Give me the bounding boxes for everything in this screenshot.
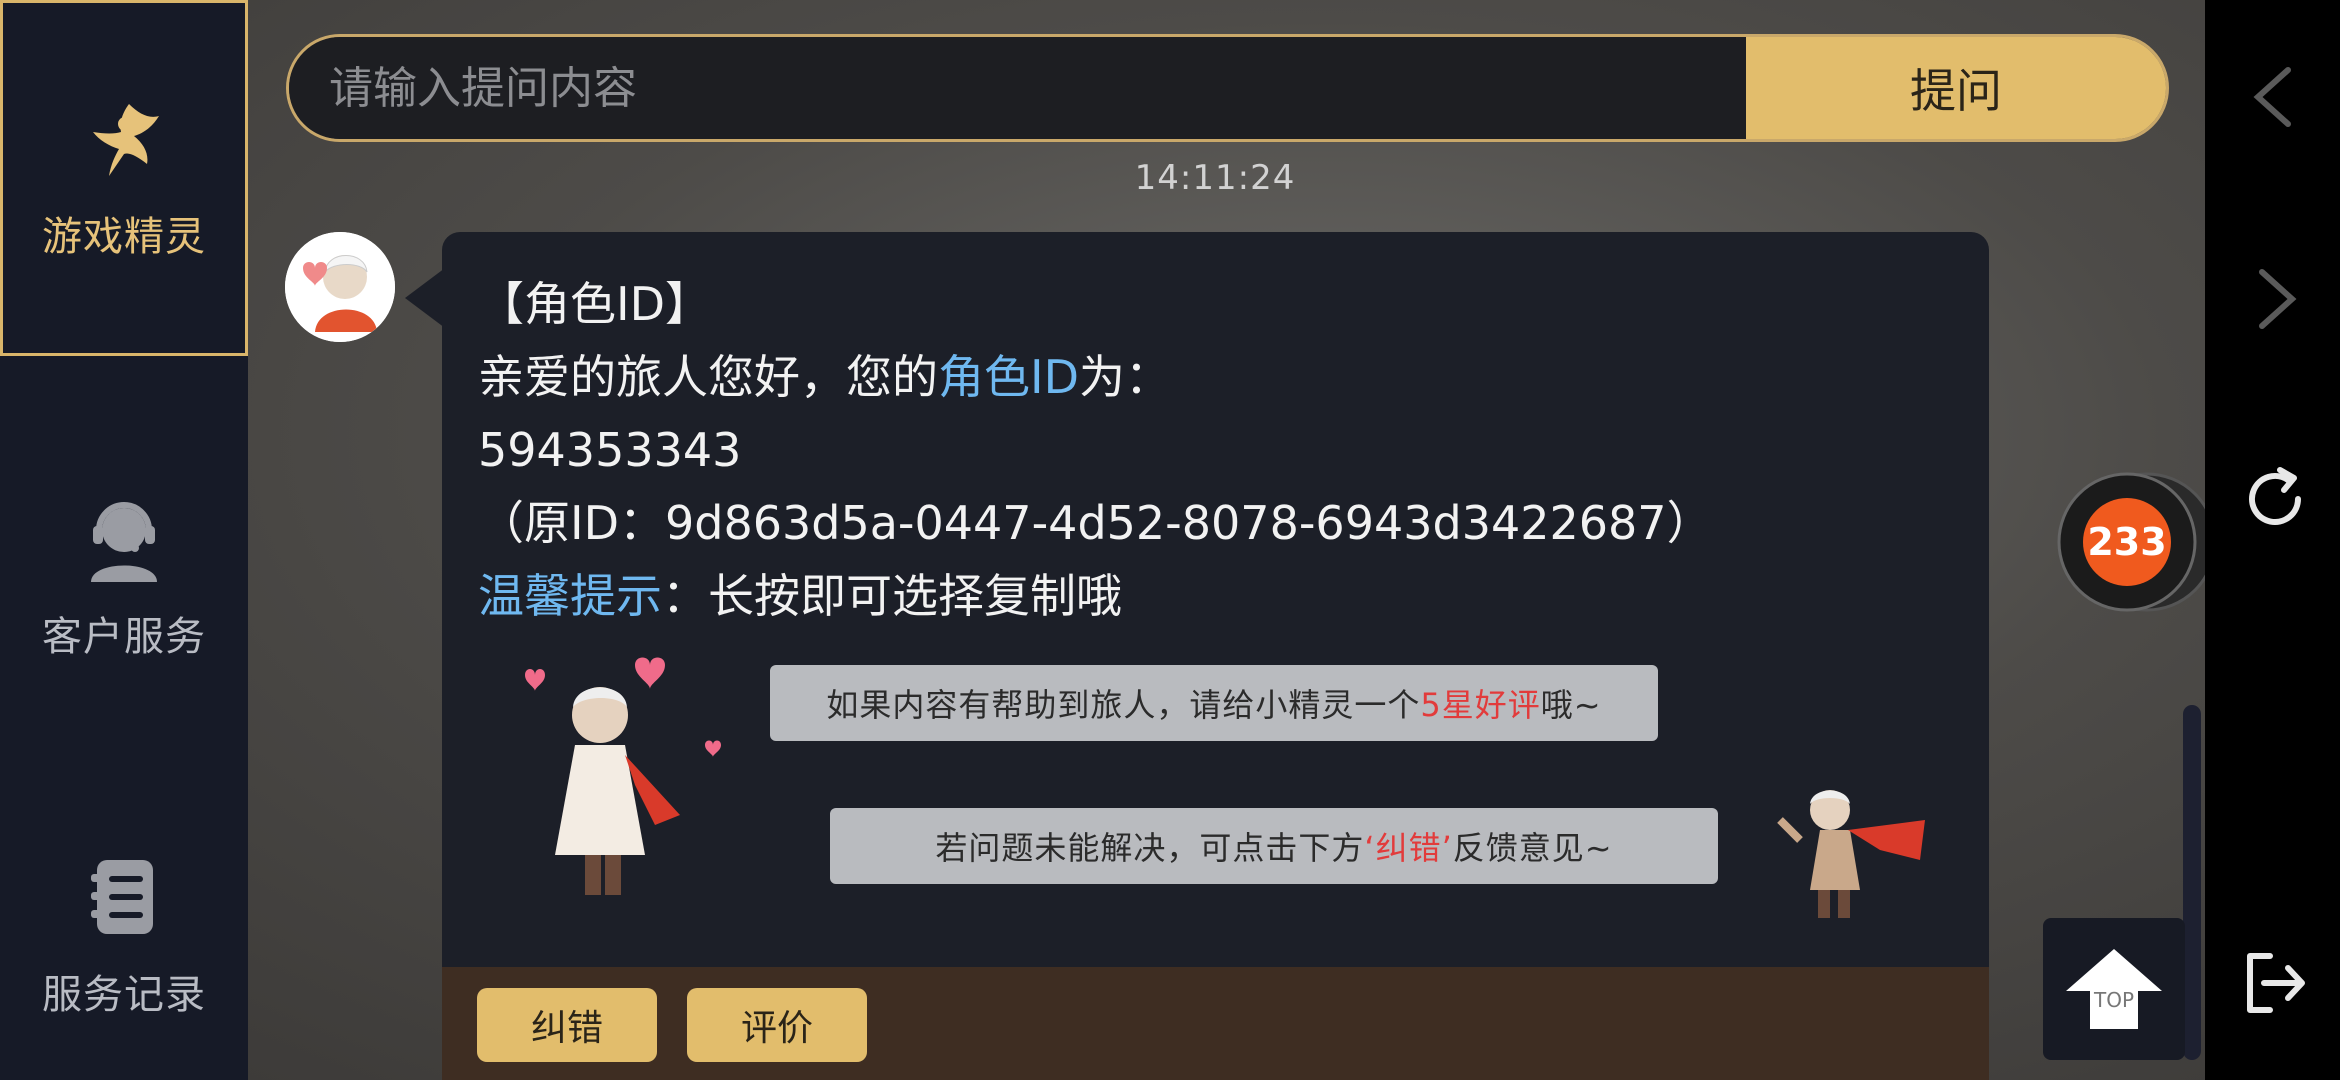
question-bar: 提问 [286, 34, 2169, 142]
unresolved-prefix: 若问题未能解决，可点击下方 [935, 829, 1365, 867]
role-id-value: 594353343 [478, 423, 742, 477]
character-illustration-right [1777, 790, 1925, 918]
forward-icon[interactable] [2240, 264, 2310, 334]
records-list-icon [79, 852, 169, 942]
helpful-highlight: 5星好评 [1420, 686, 1541, 724]
tip-label: 温馨提示 [478, 569, 662, 623]
headset-agent-icon [79, 494, 169, 584]
refresh-icon[interactable] [2240, 464, 2310, 534]
sidebar-item-label: 服务记录 [42, 972, 206, 1018]
exit-icon[interactable] [2240, 948, 2310, 1018]
greeting-prefix: 亲爱的旅人您好，您的 [478, 350, 938, 404]
badge-text: 233 [2087, 520, 2166, 564]
message-title: 【角色ID】 [478, 277, 711, 331]
message-action-bar [442, 967, 1989, 1080]
ask-button[interactable]: 提问 [1746, 37, 2166, 139]
message-content: 【角色ID】 亲爱的旅人您好，您的角色ID为： 594353343 （原ID：9… [478, 268, 1713, 633]
helpful-rating-note: 如果内容有帮助到旅人，请给小精灵一个 5星好评 哦~ [770, 665, 1658, 741]
original-id-line: （原ID：9d863d5a-0447-4d52-8078-6943d342268… [478, 496, 1713, 550]
message-timestamp: 14:11:24 [1134, 158, 1296, 198]
question-input[interactable] [289, 37, 1746, 139]
character-illustration-left [525, 657, 721, 895]
unresolved-suffix: 反馈意见~ [1452, 829, 1613, 867]
bubble-tail [405, 268, 445, 328]
system-nav-strip [2205, 0, 2340, 1080]
scroll-to-top-button[interactable]: TOP [2043, 918, 2185, 1060]
greeting-highlight: 角色ID [938, 350, 1079, 404]
rate-button[interactable]: 评价 [687, 988, 867, 1062]
correct-button[interactable]: 纠错 [477, 988, 657, 1062]
bot-avatar [285, 232, 395, 342]
app-root: 游戏精灵 客户服务 服务记录 请输入提问内容 提问 14:11:24 【角色ID… [0, 0, 2205, 1080]
top-label: TOP [2093, 988, 2134, 1012]
greeting-suffix: 为： [1079, 350, 1171, 404]
unresolved-feedback-note: 若问题未能解决，可点击下方 ‘纠错’ 反馈意见~ [830, 808, 1718, 884]
message-greeting: 亲爱的旅人您好，您的角色ID为： [478, 341, 1713, 414]
helpful-prefix: 如果内容有帮助到旅人，请给小精灵一个 [826, 686, 1421, 724]
floating-233-button[interactable]: 233 [2055, 472, 2205, 612]
scrollbar[interactable] [2183, 705, 2201, 1060]
up-arrow-icon: TOP [2066, 949, 2162, 1029]
unresolved-highlight: ‘纠错’ [1364, 829, 1453, 867]
copy-tip: 温馨提示：长按即可选择复制哦 [478, 560, 1713, 633]
sidebar-item-label: 游戏精灵 [42, 214, 206, 260]
sidebar-item-customer-service[interactable]: 客户服务 [0, 400, 248, 756]
tip-text: ：长按即可选择复制哦 [662, 569, 1122, 623]
sidebar-item-label: 客户服务 [42, 614, 206, 660]
helpful-suffix: 哦~ [1540, 686, 1602, 724]
back-icon[interactable] [2240, 62, 2310, 132]
sidebar-item-service-records[interactable]: 服务记录 [0, 758, 248, 1080]
